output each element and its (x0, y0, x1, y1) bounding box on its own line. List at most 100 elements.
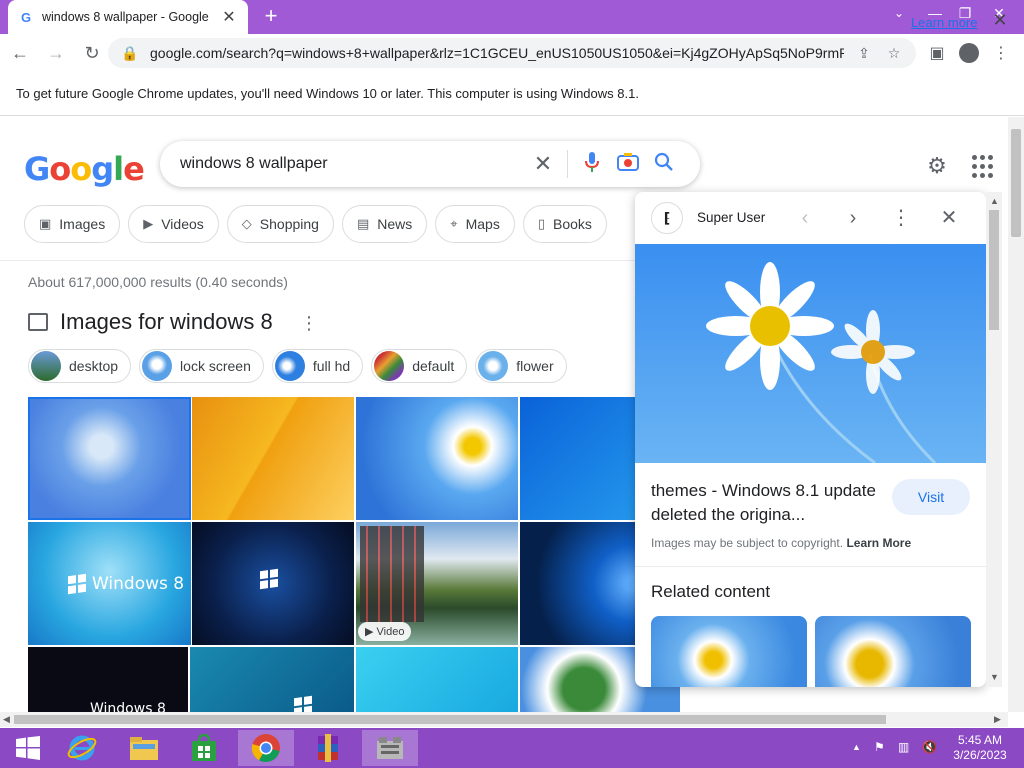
clear-search-icon[interactable]: ✕ (525, 151, 561, 177)
google-apps-icon[interactable] (972, 155, 996, 179)
google-favicon-icon: G (20, 9, 32, 25)
scroll-down-arrow-icon[interactable]: ▼ (990, 672, 999, 682)
scroll-right-arrow-icon[interactable]: ▶ (994, 714, 1001, 725)
tab-close-icon[interactable]: ✕ (220, 7, 238, 27)
image-result[interactable] (356, 647, 518, 712)
reload-icon[interactable]: ↻ (76, 37, 108, 69)
related-chip-default[interactable]: default (371, 349, 468, 383)
start-button[interactable] (0, 730, 56, 766)
image-result[interactable] (192, 397, 354, 520)
filter-maps[interactable]: ⌖ Maps (435, 205, 515, 243)
tab-strip: G windows 8 wallpaper - Google Se ✕ + ⌄ … (0, 0, 1024, 34)
search-box[interactable]: windows 8 wallpaper ✕ (160, 141, 700, 187)
camera-search-icon[interactable] (610, 152, 646, 177)
windows-logo-icon (68, 573, 86, 595)
winrar-taskbar-icon[interactable] (300, 730, 356, 766)
windows-start-icon (16, 736, 40, 760)
tab-search-icon[interactable]: ⌄ (884, 0, 914, 26)
panel-divider (635, 566, 986, 567)
related-chip-full-hd[interactable]: full hd (271, 349, 364, 383)
related-chip-desktop[interactable]: desktop (28, 349, 132, 383)
chrome-taskbar-icon[interactable] (238, 730, 294, 766)
image-result[interactable]: Windows 8 (28, 647, 188, 712)
filter-videos[interactable]: ▶ Videos (128, 205, 219, 243)
panel-result-title[interactable]: themes - Windows 8.1 update deleted the … (651, 479, 886, 527)
news-icon: ▤ (356, 216, 370, 231)
scrollbar-thumb[interactable] (989, 210, 999, 330)
app-taskbar-icon[interactable] (362, 730, 418, 766)
video-badge: ▶ Video (358, 622, 412, 641)
infobar-learn-more-link[interactable]: Learn more (911, 15, 977, 30)
related-content-heading: Related content (651, 582, 771, 601)
related-chip-flower[interactable]: flower (475, 349, 567, 383)
chip-thumbnail (142, 351, 173, 381)
page-vertical-scrollbar[interactable] (1008, 117, 1024, 712)
chip-thumbnail (478, 351, 509, 381)
related-image[interactable] (651, 616, 807, 687)
page-horizontal-scrollbar[interactable]: ◀ ▶ (0, 712, 1008, 727)
file-explorer-taskbar-icon[interactable] (116, 730, 172, 766)
store-taskbar-icon[interactable] (176, 730, 232, 766)
voice-search-icon[interactable] (574, 151, 610, 177)
browser-tab[interactable]: G windows 8 wallpaper - Google Se ✕ (8, 0, 248, 34)
filter-news[interactable]: ▤ News (341, 205, 428, 243)
settings-gear-icon[interactable]: ⚙ (924, 153, 950, 179)
panel-close-icon[interactable]: ✕ (937, 206, 961, 230)
image-result[interactable]: Windows 8 (28, 522, 191, 645)
images-section-heading: Images for windows 8 (28, 309, 273, 335)
image-result[interactable] (192, 522, 354, 645)
chrome-menu-icon[interactable]: ⋮ (986, 38, 1016, 68)
browser-toolbar: ← → ↻ 🔒 google.com/search?q=windows+8+wa… (0, 34, 1024, 72)
share-icon[interactable]: ⇪ (854, 45, 874, 62)
image-result[interactable] (28, 397, 191, 520)
scroll-up-arrow-icon[interactable]: ▲ (990, 196, 999, 206)
address-bar[interactable]: 🔒 google.com/search?q=windows+8+wallpape… (108, 38, 916, 68)
search-icon[interactable] (646, 152, 682, 177)
lock-icon[interactable]: 🔒 (120, 45, 140, 62)
action-center-flag-icon[interactable]: ⚑ (874, 740, 885, 754)
profile-avatar-icon[interactable] (954, 38, 984, 68)
show-hidden-icons-icon[interactable]: ▲ (852, 742, 861, 752)
scrollbar-thumb[interactable] (1011, 129, 1021, 237)
bookmark-star-icon[interactable]: ☆ (884, 45, 904, 62)
filter-shopping[interactable]: ◇ Shopping (226, 205, 334, 243)
scrollbar-thumb[interactable] (14, 715, 886, 724)
images-heading-text: Images for windows 8 (60, 309, 273, 334)
taskbar-clock[interactable]: 5:45 AM 3/26/2023 (946, 733, 1014, 763)
windows-logo-icon (260, 568, 278, 590)
image-result[interactable] (356, 397, 518, 520)
side-panel-icon[interactable]: ▣ (922, 38, 952, 68)
google-logo[interactable]: Google (24, 150, 145, 188)
clock-date: 3/26/2023 (953, 748, 1007, 762)
more-options-icon[interactable]: ⋮ (300, 313, 318, 334)
panel-source-name[interactable]: Super User (697, 210, 765, 225)
filters-divider (0, 260, 640, 261)
forward-arrow-icon[interactable]: → (40, 37, 72, 69)
new-tab-button[interactable]: + (258, 3, 284, 29)
image-result[interactable] (190, 647, 354, 712)
image-results-grid: Windows 8 ▶ Video Windows 8 (28, 397, 680, 712)
chip-thumbnail (374, 351, 405, 381)
next-arrow-icon[interactable]: › (841, 206, 865, 230)
panel-more-icon[interactable]: ⋮ (889, 206, 913, 230)
network-icon[interactable]: ▥ (898, 740, 909, 754)
book-icon: ▯ (537, 216, 545, 231)
panel-vertical-scrollbar[interactable]: ▲ ▼ (986, 192, 1002, 687)
related-image[interactable] (815, 616, 971, 687)
image-result[interactable]: ▶ Video (356, 522, 518, 645)
volume-muted-icon[interactable]: 🔇 (922, 740, 937, 754)
back-arrow-icon[interactable]: ← (4, 37, 36, 69)
results-count: About 617,000,000 results (0.40 seconds) (28, 274, 288, 290)
related-chip-lock-screen[interactable]: lock screen (139, 349, 264, 383)
search-input[interactable]: windows 8 wallpaper (180, 155, 525, 173)
filter-images[interactable]: ▣ Images (24, 205, 121, 243)
filter-books[interactable]: ▯ Books (522, 205, 607, 243)
image-icon: ▣ (39, 216, 52, 231)
visit-button[interactable]: Visit (892, 479, 970, 515)
previous-arrow-icon[interactable]: ‹ (793, 206, 817, 230)
scroll-left-arrow-icon[interactable]: ◀ (3, 714, 10, 725)
copyright-learn-more-link[interactable]: Learn More (846, 536, 911, 550)
preview-image[interactable] (635, 244, 986, 465)
internet-explorer-taskbar-icon[interactable] (54, 730, 110, 766)
infobar-close-icon[interactable]: ✕ (990, 10, 1010, 31)
